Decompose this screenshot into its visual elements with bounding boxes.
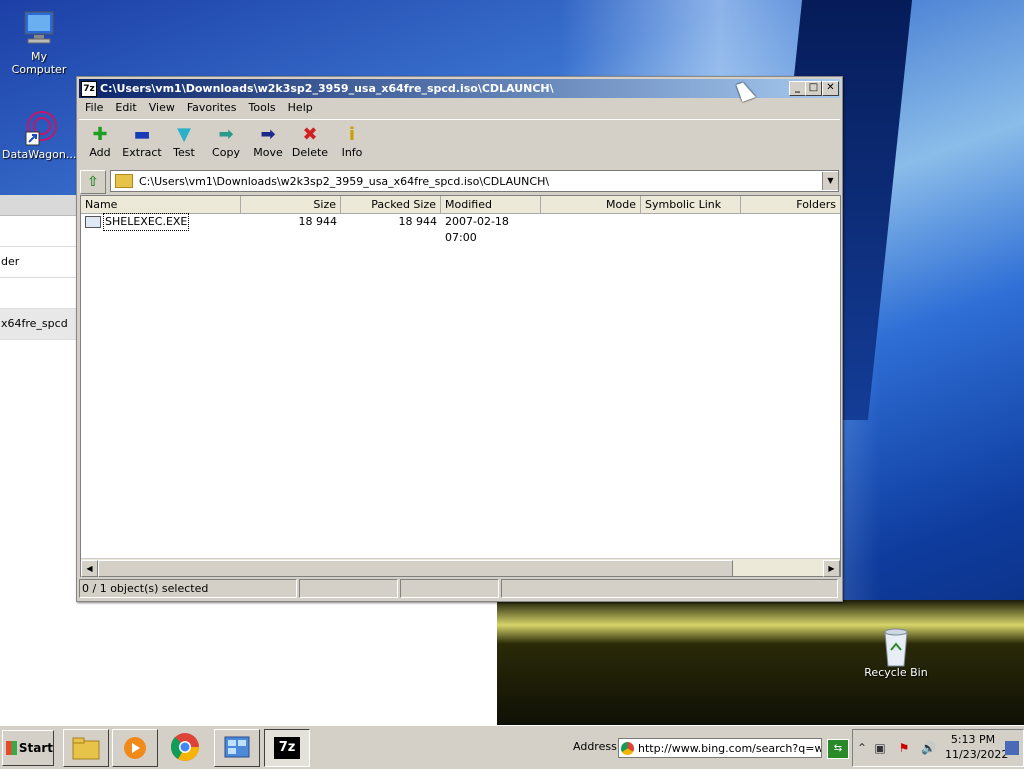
- taskbar-7zip[interactable]: 7z: [264, 729, 310, 767]
- show-hidden-icons-icon[interactable]: ⌃: [855, 741, 869, 755]
- menu-edit[interactable]: Edit: [109, 99, 142, 117]
- clock-date: 11/23/2022: [945, 748, 1009, 761]
- horizontal-scrollbar[interactable]: ◀ ▶: [81, 558, 840, 577]
- system-tray: ⌃ ▣ ⚑ 🔊 5:13 PM 11/23/2022: [852, 729, 1024, 767]
- column-header-symbolic-link[interactable]: Symbolic Link: [641, 196, 741, 213]
- maximize-button[interactable]: □: [805, 81, 822, 96]
- computer-icon: [20, 10, 58, 48]
- taskbar-control-panel[interactable]: [214, 729, 260, 767]
- file-list[interactable]: Name Size Packed Size Modified Mode Symb…: [80, 195, 841, 577]
- menu-help[interactable]: Help: [282, 99, 319, 117]
- desktop-icon-recycle-bin[interactable]: Recycle Bin: [859, 626, 933, 679]
- status-bar: 0 / 1 object(s) selected: [79, 579, 840, 598]
- volume-icon[interactable]: 🔊: [921, 741, 936, 755]
- move-icon: ➡: [260, 124, 276, 145]
- column-header-modified[interactable]: Modified: [441, 196, 541, 213]
- path-text[interactable]: C:\Users\vm1\Downloads\w2k3sp2_3959_usa_…: [139, 175, 822, 188]
- file-size: 18 944: [298, 215, 338, 228]
- clock[interactable]: 5:13 PM 11/23/2022: [945, 732, 1009, 762]
- desktop-icon-my-computer[interactable]: My Computer: [2, 10, 76, 76]
- test-icon: ▼: [177, 124, 191, 145]
- desktop-icon-datawagon[interactable]: DataWagon...: [2, 108, 76, 161]
- address-toolbar-label: Address: [573, 740, 617, 753]
- bg-window-row[interactable]: x64fre_spcd: [0, 309, 76, 340]
- file-modified: 2007-02-18 07:00: [445, 215, 509, 244]
- column-header-folders[interactable]: Folders: [741, 196, 840, 213]
- menu-view[interactable]: View: [143, 99, 181, 117]
- bg-window-row[interactable]: der: [0, 247, 76, 278]
- column-header-mode[interactable]: Mode: [541, 196, 641, 213]
- menu-favorites[interactable]: Favorites: [181, 99, 243, 117]
- chrome-icon: [170, 733, 199, 761]
- toolbar: ✚ Add ▬ Extract ▼ Test ➡ Copy ➡ Move ✖ D…: [79, 119, 840, 167]
- network-icon[interactable]: ▣: [873, 741, 887, 755]
- menu-tools[interactable]: Tools: [243, 99, 282, 117]
- recycle-bin-icon: [877, 626, 915, 667]
- copy-icon: ➡: [218, 124, 234, 145]
- desktop-icon-label: Recycle Bin: [864, 666, 928, 679]
- delete-icon: ✖: [302, 124, 318, 145]
- path-combobox[interactable]: C:\Users\vm1\Downloads\w2k3sp2_3959_usa_…: [110, 170, 839, 192]
- start-button[interactable]: Start: [2, 730, 54, 766]
- status-text: 0 / 1 object(s) selected: [79, 579, 297, 598]
- info-button[interactable]: i Info: [331, 120, 373, 167]
- scroll-right-button[interactable]: ▶: [823, 560, 840, 577]
- extract-icon: ▬: [133, 124, 151, 145]
- close-button[interactable]: ✕: [822, 81, 839, 96]
- background-window-panel: [0, 598, 497, 725]
- title-bar[interactable]: 7z C:\Users\vm1\Downloads\w2k3sp2_3959_u…: [79, 79, 840, 98]
- file-name: SHELEXEC.EXE: [103, 213, 190, 231]
- taskbar: Start 7z Address http://www.bing.com/sea…: [0, 725, 1024, 769]
- move-button[interactable]: ➡ Move: [247, 120, 289, 167]
- go-button[interactable]: ⇆: [827, 739, 849, 759]
- show-desktop-icon[interactable]: [1005, 741, 1019, 755]
- column-header-name[interactable]: Name: [81, 196, 241, 213]
- media-player-icon: [124, 737, 146, 759]
- taskbar-address-value[interactable]: http://www.bing.com/search?q=w: [638, 742, 821, 755]
- scroll-left-button[interactable]: ◀: [81, 560, 98, 577]
- up-arrow-icon: ⇧: [87, 174, 99, 190]
- taskbar-media-player[interactable]: [112, 729, 158, 767]
- go-icon: ⇆: [833, 743, 843, 754]
- delete-button[interactable]: ✖ Delete: [289, 120, 331, 167]
- add-button[interactable]: ✚ Add: [79, 120, 121, 167]
- windows-flag-icon: [6, 741, 17, 755]
- desktop-icon-label: DataWagon...: [2, 148, 77, 161]
- 7zip-icon: 7z: [274, 737, 300, 759]
- folder-icon: [115, 174, 133, 188]
- taskbar-address-input[interactable]: http://www.bing.com/search?q=w ▼: [618, 738, 822, 758]
- table-row[interactable]: SHELEXEC.EXE 18 944 18 944 2007-02-18 07…: [81, 213, 840, 244]
- window-title: C:\Users\vm1\Downloads\w2k3sp2_3959_usa_…: [100, 82, 554, 95]
- column-header-size[interactable]: Size: [241, 196, 341, 213]
- extract-button[interactable]: ▬ Extract: [121, 120, 163, 167]
- scroll-thumb[interactable]: [98, 560, 733, 577]
- 7zip-app-icon[interactable]: 7z: [81, 80, 97, 97]
- sevenzip-window: 7z C:\Users\vm1\Downloads\w2k3sp2_3959_u…: [76, 76, 843, 602]
- action-center-icon[interactable]: ⚑: [897, 741, 911, 755]
- file-list-header: Name Size Packed Size Modified Mode Symb…: [81, 196, 840, 214]
- copy-button[interactable]: ➡ Copy: [205, 120, 247, 167]
- chrome-favicon-icon: [621, 741, 634, 755]
- control-panel-icon: [224, 736, 250, 758]
- clock-time: 5:13 PM: [950, 733, 996, 746]
- desktop-icon-label: My Computer: [11, 50, 67, 76]
- exe-file-icon: [85, 216, 101, 228]
- address-bar: ⇧ C:\Users\vm1\Downloads\w2k3sp2_3959_us…: [80, 170, 839, 194]
- file-explorer-icon: [72, 737, 100, 760]
- chevron-down-icon: ▼: [827, 176, 834, 185]
- minimize-button[interactable]: _: [789, 81, 806, 96]
- test-button[interactable]: ▼ Test: [163, 120, 205, 167]
- menu-bar: File Edit View Favorites Tools Help: [79, 99, 319, 117]
- add-icon: ✚: [92, 124, 108, 145]
- info-icon: i: [348, 124, 356, 145]
- taskbar-chrome[interactable]: [163, 729, 207, 765]
- datawagon-shortcut-icon: [20, 108, 58, 146]
- path-dropdown-button[interactable]: ▼: [822, 172, 838, 190]
- file-packed-size: 18 944: [398, 215, 438, 228]
- up-folder-button[interactable]: ⇧: [80, 170, 106, 194]
- menu-file[interactable]: File: [79, 99, 109, 117]
- column-header-packed-size[interactable]: Packed Size: [341, 196, 441, 213]
- taskbar-explorer[interactable]: [63, 729, 109, 767]
